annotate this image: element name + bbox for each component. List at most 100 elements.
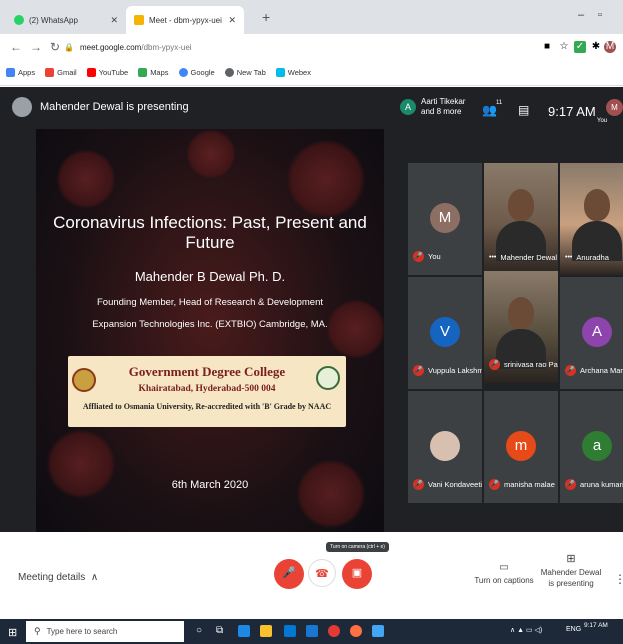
tile-label: 🎤 srinivasa rao Pa... (489, 359, 558, 370)
system-tray-icons[interactable]: ∧ ▲ ▭ ◁) (510, 626, 542, 634)
mic-off-icon: 🎤 (565, 479, 576, 490)
tab-meet[interactable]: Meet - dbm-ypyx-uei ✕ (126, 6, 244, 34)
file-explorer-icon[interactable] (260, 625, 272, 637)
participant-tile[interactable]: m 🎤 manisha malae (484, 391, 558, 503)
participant-more: and 8 more (421, 107, 462, 116)
participant-tile[interactable]: 🎤 Vani Kondaveeti (408, 391, 482, 503)
participant-tile[interactable]: A 🎤 Archana Mary (560, 277, 623, 389)
participant-photo-avatar (430, 431, 460, 461)
camera-tooltip: Turn on camera (ctrl + e) (326, 542, 389, 552)
mic-off-icon: 🎤 (413, 479, 424, 490)
edge-icon[interactable] (238, 625, 250, 637)
participant-tile[interactable]: 🎤 srinivasa rao Pa... (484, 271, 558, 383)
back-icon[interactable]: ← (10, 40, 22, 54)
app-icon[interactable] (372, 625, 384, 637)
people-icon[interactable]: 👥 (482, 103, 497, 117)
participant-name: srinivasa rao Pa... (504, 360, 558, 369)
participant-tile[interactable]: ••• Mahender Dewal (484, 163, 558, 275)
bookmark-youtube[interactable]: YouTube (86, 68, 129, 77)
present-label-line1: Mahender Dewal (540, 568, 602, 577)
cortana-icon[interactable]: ○ (196, 625, 208, 637)
windows-taskbar: ⊞ ⚲ Type here to search ○ ⧉ ∧ ▲ ▭ ◁) ENG… (0, 619, 623, 644)
maps-icon (138, 68, 148, 77)
tile-label: ••• Mahender Dewal (489, 253, 557, 262)
app-icon[interactable] (350, 625, 362, 637)
participants-summary[interactable]: A Aarti Tikekar and 8 more (400, 97, 465, 117)
tile-label: 🎤 Vuppula Lakshmi (413, 365, 482, 376)
tab-whatsapp[interactable]: (2) WhatsApp ✕ (6, 6, 126, 34)
store-icon[interactable] (284, 625, 296, 637)
task-view-icon[interactable]: ⧉ (216, 625, 228, 637)
bookmark-label: YouTube (98, 68, 129, 77)
participant-tile[interactable]: ••• Anuradha (560, 163, 623, 275)
bookmark-gmail[interactable]: Gmail (45, 68, 77, 77)
participant-avatar: A (400, 99, 416, 115)
captions-button[interactable]: ▭ Turn on captions (474, 562, 534, 585)
meeting-details-label: Meeting details (18, 572, 86, 583)
restore-button[interactable]: ▫ (598, 9, 602, 21)
meeting-details-button[interactable]: Meeting details ∧ (18, 572, 98, 583)
more-options-icon[interactable]: ⋮ (614, 572, 623, 586)
mic-off-icon: 🎤 (413, 365, 424, 376)
star-icon[interactable]: ☆ (558, 41, 570, 53)
bookmark-apps[interactable]: Apps (6, 68, 35, 77)
presenter-avatar (12, 97, 32, 117)
puzzle-icon[interactable]: ✱ (590, 41, 602, 53)
bookmark-label: Apps (18, 68, 36, 77)
chrome-icon[interactable] (328, 625, 340, 637)
participant-tile[interactable]: a 🎤 aruna kumari (560, 391, 623, 503)
webex-icon (275, 68, 285, 77)
browser-tab-strip: (2) WhatsApp ✕ Meet - dbm-ypyx-uei ✕ + –… (0, 0, 623, 34)
language-indicator[interactable]: ENG (566, 626, 581, 633)
presenter-text: Mahender Dewal is presenting (40, 101, 189, 113)
lock-icon: 🔒 (64, 42, 74, 52)
camera-indicator-icon[interactable]: ■ (541, 41, 553, 53)
extension-icon[interactable]: ✓ (574, 41, 586, 53)
participant-tile[interactable]: M 🎤 You (408, 163, 482, 275)
windows-start-icon[interactable]: ⊞ (8, 626, 17, 639)
mail-icon[interactable] (306, 625, 318, 637)
taskbar-clock[interactable]: 9:17 AM (584, 621, 608, 630)
taskbar-search[interactable]: ⚲ Type here to search (26, 621, 184, 642)
close-tab-icon[interactable]: ✕ (228, 15, 236, 26)
reload-icon[interactable]: ↻ (50, 40, 60, 54)
slide-date: 6th March 2020 (171, 479, 249, 491)
bookmark-label: Maps (150, 68, 169, 77)
microphone-button[interactable]: 🎤 (274, 559, 304, 589)
bookmark-webex[interactable]: Webex (275, 68, 311, 77)
speaking-indicator-icon: ••• (489, 254, 497, 261)
new-tab-button[interactable]: + (262, 9, 270, 25)
person-silhouette (508, 297, 534, 329)
meet-icon (134, 15, 144, 25)
slide-role: Founding Member, Head of Research & Deve… (96, 297, 323, 308)
tile-label: 🎤 You (413, 251, 441, 262)
you-avatar[interactable]: M (606, 99, 623, 116)
bookmark-google[interactable]: Google (178, 68, 215, 77)
camera-button[interactable]: ▣ (342, 559, 372, 589)
url-field[interactable]: 🔒 meet.google.com/dbm-ypyx-uei (64, 37, 524, 57)
captions-icon: ▭ (499, 562, 509, 573)
participant-tile[interactable]: V 🎤 Vuppula Lakshmi (408, 277, 482, 389)
forward-icon[interactable]: → (30, 40, 42, 54)
virus-decoration (296, 459, 366, 529)
camera-off-icon: ▣ (351, 567, 363, 579)
bookmark-newtab[interactable]: New Tab (224, 68, 266, 77)
minimize-button[interactable]: – (578, 9, 584, 21)
people-count: 11 (496, 100, 503, 106)
virus-decoration (286, 139, 366, 219)
close-tab-icon[interactable]: ✕ (110, 15, 118, 26)
presenter-header: Mahender Dewal is presenting (12, 97, 189, 117)
bookmark-maps[interactable]: Maps (138, 68, 169, 77)
bookmark-label: New Tab (236, 68, 266, 77)
mic-off-icon: 🎤 (565, 365, 576, 376)
apps-icon (6, 68, 15, 77)
bookmark-label: Webex (287, 68, 311, 77)
college-address: Khairatabad, Hyderabad-500 004 (138, 384, 276, 394)
profile-avatar[interactable]: M (604, 41, 616, 53)
presentation-slide: Coronavirus Infections: Past, Present an… (36, 129, 384, 557)
leave-call-button[interactable]: ☎ (308, 559, 336, 587)
chat-icon[interactable]: ▤ (518, 103, 529, 117)
mic-off-icon: 🎤 (489, 479, 500, 490)
present-button[interactable]: ⊞ Mahender Dewal is presenting (540, 554, 602, 589)
tile-label: 🎤 manisha malae (489, 479, 555, 490)
